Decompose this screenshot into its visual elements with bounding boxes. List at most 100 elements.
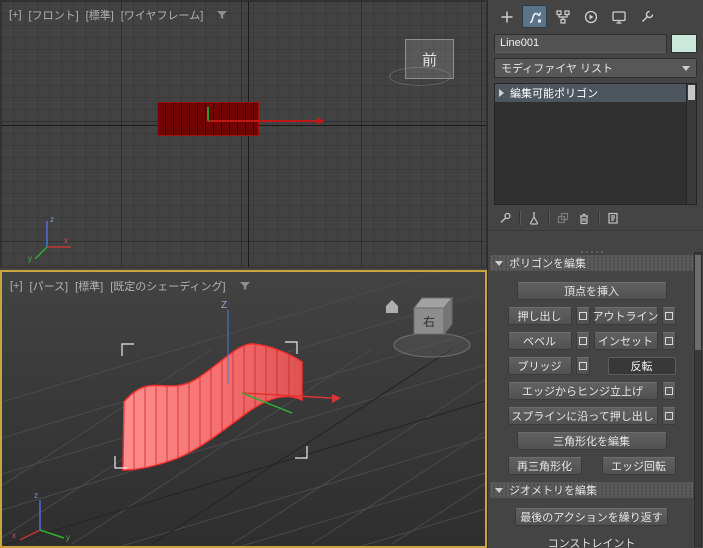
command-panel: Line001 モディファイヤ リスト 編集可能ポリゴン [487,0,703,548]
filter-funnel-icon[interactable] [216,9,228,21]
extrude-settings-button[interactable] [576,307,590,325]
viewport-pov-label[interactable]: [パース] [30,278,69,294]
utilities-icon [639,9,655,25]
tab-modify[interactable] [522,5,547,28]
viewport-persp-label: [+] [パース] [標準] [既定のシェーディング] [10,278,251,294]
bevel-settings-button[interactable] [576,332,590,350]
turn-edge-button[interactable]: エッジ回転 [602,457,676,475]
rollout-header-edit-polygons[interactable]: ポリゴンを編集 [490,255,693,271]
axis-x-label: x [64,236,68,245]
edit-triangulation-button[interactable]: 三角形化を編集 [517,432,667,450]
tab-display[interactable] [606,5,631,28]
toolbar-separator [598,211,599,225]
extrude-button[interactable]: 押し出し [508,307,572,325]
modify-icon [527,9,543,25]
viewport-front[interactable]: [+] [フロント] [標準] [ワイヤフレーム] 前 z x y [0,0,487,268]
axis-z-label: z [34,491,38,500]
gizmo-x-arrow [332,394,341,403]
outline-settings-button[interactable] [662,307,676,325]
filter-funnel-icon[interactable] [239,280,251,292]
toolbar-separator [519,211,520,225]
tab-create[interactable] [494,5,519,28]
hierarchy-icon [555,9,571,25]
scrollbar-thumb[interactable] [688,85,695,100]
bevel-button[interactable]: ベベル [508,332,572,350]
object-name-field[interactable]: Line001 [494,34,667,53]
bridge-button[interactable]: ブリッジ [508,357,572,375]
rollout-body-edit-polygons: 頂点を挿入 押し出し アウトライン ベベル インセット ブリッジ [488,271,695,482]
viewcube[interactable]: 右 [386,298,470,357]
viewport-menu-label[interactable]: [+] [10,280,23,292]
viewport-layout-label[interactable]: [標準] [86,7,114,23]
configure-modifier-sets-icon[interactable] [606,211,620,225]
hinge-from-edge-settings-button[interactable] [662,382,676,400]
insert-vertex-button[interactable]: 頂点を挿入 [517,282,667,300]
flip-button[interactable]: 反転 [608,357,676,375]
rollout-collapse-icon [495,488,503,493]
object-color-swatch[interactable] [671,34,697,53]
create-plus-icon [499,9,515,25]
modifier-stack-toolbar [488,205,703,231]
viewport-perspective[interactable]: [+] [パース] [標準] [既定のシェーディング] [0,270,487,548]
axis-z-label: z [50,215,54,224]
axis-y-label: y [66,533,70,542]
constraints-group-label: コンストレイント [488,535,695,548]
toolbar-separator [548,211,549,225]
rollout-grip[interactable] [488,248,695,255]
extrude-along-spline-button[interactable]: スプラインに沿って押し出し [508,407,658,425]
viewport-front-label: [+] [フロント] [標準] [ワイヤフレーム] [9,7,228,23]
transform-gizmo-y-axis[interactable] [207,107,209,121]
bridge-settings-button[interactable] [576,357,590,375]
inset-button[interactable]: インセット [594,332,658,350]
transform-gizmo-x-axis[interactable] [208,120,318,122]
viewport-pov-label[interactable]: [フロント] [29,7,79,23]
hinge-from-edge-button[interactable]: エッジからヒンジ立上げ [508,382,658,400]
modifier-stack-scrollbar[interactable] [686,84,696,204]
rollout-scroll-region: ポリゴンを編集 頂点を挿入 押し出し アウトライン ベベル インセット [488,248,695,548]
modifier-stack-row-label: 編集可能ポリゴン [510,85,598,101]
viewport-shading-label[interactable]: [既定のシェーディング] [110,278,225,294]
modifier-stack[interactable]: 編集可能ポリゴン [494,83,697,205]
tab-motion[interactable] [578,5,603,28]
viewcube-home-icon[interactable] [386,300,398,313]
pin-stack-icon[interactable] [498,211,512,225]
3ds-max-window: [+] [フロント] [標準] [ワイヤフレーム] 前 z x y [0,0,703,548]
make-unique-icon[interactable] [556,211,570,225]
viewport-shading-label[interactable]: [ワイヤフレーム] [121,7,203,23]
retriangulate-button[interactable]: 再三角形化 [508,457,582,475]
viewcube[interactable]: 前 [405,39,454,79]
modifier-list-label: モディファイヤ リスト [501,60,613,76]
inset-settings-button[interactable] [662,332,676,350]
modifier-list-dropdown[interactable]: モディファイヤ リスト [494,58,697,78]
tab-utilities[interactable] [634,5,659,28]
chevron-down-icon [682,66,690,71]
viewcube-face-label[interactable]: 前 [422,49,437,70]
modifier-stack-row[interactable]: 編集可能ポリゴン [495,84,686,102]
viewport-menu-label[interactable]: [+] [9,9,22,21]
axis-x-label: x [12,531,16,540]
rollout-title: ジオメトリを編集 [509,482,597,498]
gizmo-z-label: Z [221,300,227,311]
scrollbar-thumb[interactable] [695,255,701,350]
extrude-along-spline-settings-button[interactable] [662,407,676,425]
object-name-row: Line001 [488,31,703,53]
expand-triangle-icon[interactable] [499,89,504,97]
rollout-header-edit-geometry[interactable]: ジオメトリを編集 [490,482,693,498]
world-axis-tripod: z x y [19,209,75,265]
outline-button[interactable]: アウトライン [594,307,658,325]
command-panel-scrollbar[interactable] [694,252,702,547]
rollout-title: ポリゴンを編集 [509,255,586,271]
rollout-body-edit-geometry: 最後のアクションを繰り返す コンストレイント [488,498,695,548]
display-icon [611,9,627,25]
remove-modifier-icon[interactable] [577,211,591,225]
command-panel-tabs [488,0,703,31]
rollout-collapse-icon [495,261,503,266]
viewport-layout-label[interactable]: [標準] [75,278,103,294]
viewcube-compass-ring [394,333,470,357]
tab-hierarchy[interactable] [550,5,575,28]
axis-y-label: y [28,254,32,263]
repeat-last-button[interactable]: 最後のアクションを繰り返す [515,508,667,526]
viewcube-face-label: 右 [423,314,435,329]
show-end-result-icon[interactable] [527,211,541,225]
perspective-scene: Z 右 z x y [2,272,485,546]
